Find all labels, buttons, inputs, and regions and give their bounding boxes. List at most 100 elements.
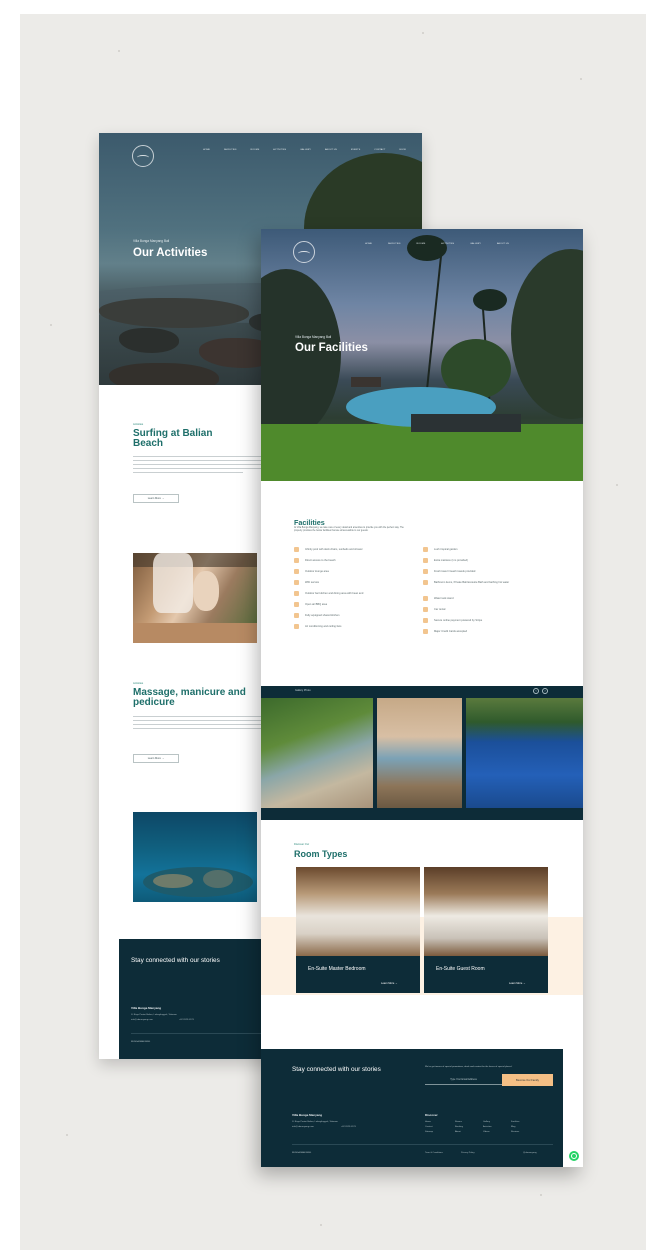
facility-icon xyxy=(423,569,428,574)
nav-item[interactable]: ACTIVITIES xyxy=(273,149,286,151)
room-name: En-Suite Master Bedroom xyxy=(308,966,366,972)
room-name: En-Suite Guest Room xyxy=(436,966,485,972)
footer-link[interactable]: Sitemap xyxy=(425,1131,433,1133)
main-nav: HOME FACILITIES ROOMS ACTIVITIES GALLERY… xyxy=(203,149,406,151)
page-title: Our Activities xyxy=(133,247,208,259)
nav-item[interactable]: FACILITIES xyxy=(224,149,237,151)
facility-icon xyxy=(423,607,428,612)
nav-item[interactable]: ROOMS xyxy=(251,149,260,151)
gallery-photo-sunset[interactable] xyxy=(377,698,462,808)
hero-eyebrow: Villa Bunga Manyang Bali xyxy=(295,335,332,339)
newsletter-note: We've got tonnes of special promotions, … xyxy=(425,1066,513,1068)
facility-item: Major Credit Cards accepted xyxy=(423,629,467,634)
facility-icon xyxy=(294,580,299,585)
room-learn-more-link[interactable]: Learn More → xyxy=(509,982,526,985)
facility-item: Bathroom items, Private Bali Ecosuite Ba… xyxy=(423,580,509,585)
facility-icon xyxy=(423,580,428,585)
nav-item[interactable]: ROOMS xyxy=(417,243,426,245)
facility-item: Fresh towel / beach towels provided xyxy=(423,569,475,574)
footer-email[interactable]: info@vbmanyang.com xyxy=(131,1019,153,1021)
whatsapp-icon[interactable] xyxy=(569,1151,579,1161)
terms-link[interactable]: Term & Conditions xyxy=(425,1152,443,1154)
privacy-link[interactable]: Privacy Policy xyxy=(461,1152,475,1154)
underwater-photo xyxy=(133,812,257,902)
nav-item[interactable]: ABOUT US xyxy=(497,243,509,245)
facility-item: Car rental xyxy=(423,607,445,612)
footer-logo: BUNGA MANYANG xyxy=(131,1041,151,1043)
facilities-intro: At Villa Bunga Manyang, we take care of … xyxy=(294,527,404,532)
facility-icon xyxy=(423,618,428,623)
facility-item: Outdoor lounge area xyxy=(294,569,329,574)
section-eyebrow: Discover Our xyxy=(294,843,310,846)
facility-item: Infinity pool with deck chairs, sunbeds … xyxy=(294,547,363,552)
nav-item[interactable]: GALLERY xyxy=(300,149,311,151)
nav-item[interactable]: ACTIVITIES xyxy=(441,243,454,245)
facility-item: Direct access to the beach xyxy=(294,558,336,563)
facility-icon xyxy=(423,547,428,552)
facility-icon xyxy=(294,613,299,618)
footer-email[interactable]: info@vbmanyang.com xyxy=(292,1126,314,1128)
main-nav: HOME FACILITIES ROOMS ACTIVITIES GALLERY… xyxy=(365,243,509,245)
footer-link[interactable]: Rooms xyxy=(455,1121,462,1123)
gallery-label: Gallery Photo xyxy=(295,689,311,692)
footer-link[interactable]: Booking xyxy=(455,1126,463,1128)
facility-item: Lush tropical garden xyxy=(423,547,458,552)
footer-link[interactable]: Home xyxy=(425,1121,431,1123)
nav-item[interactable]: BOOK xyxy=(399,149,406,151)
massage-photo xyxy=(133,553,257,643)
facilities-title: Facilities xyxy=(294,518,325,527)
facility-item: Open air BBQ area xyxy=(294,602,327,607)
gallery-photo-pool[interactable] xyxy=(466,698,583,808)
facility-item: WiFi service xyxy=(294,580,319,585)
facility-item: Air conditioning and ceiling fans xyxy=(294,624,341,629)
villa-logo-icon[interactable] xyxy=(132,145,154,167)
footer-link[interactable]: Reviews xyxy=(511,1131,519,1133)
facility-icon xyxy=(423,558,428,563)
footer-link[interactable]: About xyxy=(455,1131,461,1133)
nav-item[interactable]: FACILITIES xyxy=(388,243,401,245)
footer-link[interactable]: Videos xyxy=(483,1131,490,1133)
facility-icon xyxy=(294,602,299,607)
footer-address: Jl. Raya Pantai Balian, Lalanglinggah, T… xyxy=(131,1014,177,1016)
footer-link[interactable]: Blog xyxy=(511,1126,515,1128)
learn-more-button[interactable]: Learn More → xyxy=(133,754,179,763)
room-card[interactable]: En-Suite Guest Room Learn More → xyxy=(424,867,548,993)
facility-item: Water tank stand xyxy=(423,596,454,601)
hero-eyebrow: Villa Bunga Manyang Bali xyxy=(133,239,170,243)
nav-item[interactable]: GALLERY xyxy=(470,243,481,245)
villa-logo-icon[interactable] xyxy=(293,241,315,263)
room-card[interactable]: En-Suite Master Bedroom Learn More → xyxy=(296,867,420,993)
footer-phone[interactable]: +62 8123 0123 xyxy=(341,1126,356,1128)
footer-link[interactable]: Gallery xyxy=(483,1121,490,1123)
nav-item[interactable]: HOME xyxy=(365,243,372,245)
footer-villa-name: Villa Bunga Manyang xyxy=(131,1006,162,1010)
activity-title: Surfing at Balian Beach xyxy=(133,428,213,449)
newsletter-email-input[interactable]: Type Your Email Address xyxy=(425,1075,502,1085)
footer-logo: BUNGA MANYANG xyxy=(292,1152,312,1154)
subscribe-button[interactable]: Become Our Family xyxy=(502,1074,553,1086)
gallery-prev-icon[interactable]: ‹ xyxy=(533,688,539,694)
learn-more-button[interactable]: Learn More → xyxy=(133,494,179,503)
nav-item[interactable]: ABOUT US xyxy=(325,149,337,151)
footer-link[interactable]: Facilities xyxy=(511,1121,520,1123)
footer-link[interactable]: Contact xyxy=(425,1126,433,1128)
facility-icon xyxy=(423,596,428,601)
room-photo xyxy=(296,867,420,956)
section-eyebrow: Activities xyxy=(133,682,144,685)
footer-link[interactable]: Activities xyxy=(483,1126,492,1128)
footer-phone[interactable]: +62 8123 0123 xyxy=(179,1019,194,1021)
nav-item[interactable]: EVENTS xyxy=(351,149,360,151)
gallery-strip: Gallery Photo ‹ › xyxy=(261,686,583,820)
nav-item[interactable]: HOME xyxy=(203,149,210,151)
nav-item[interactable]: CONTACT xyxy=(374,149,385,151)
page-title: Our Facilities xyxy=(295,342,368,354)
footer-title: Stay connected with our stories xyxy=(292,1066,381,1073)
room-learn-more-link[interactable]: Learn More → xyxy=(381,982,398,985)
facility-item: Outdoor bar kitchen and dining area with… xyxy=(294,591,363,596)
social-handle[interactable]: @vbmanyang xyxy=(523,1152,537,1154)
room-photo xyxy=(424,867,548,956)
gallery-photo-beach[interactable] xyxy=(261,698,373,808)
facility-item: Extra mattress (1 is provided) xyxy=(423,558,468,563)
section-eyebrow: Activities xyxy=(133,423,144,426)
gallery-next-icon[interactable]: › xyxy=(542,688,548,694)
